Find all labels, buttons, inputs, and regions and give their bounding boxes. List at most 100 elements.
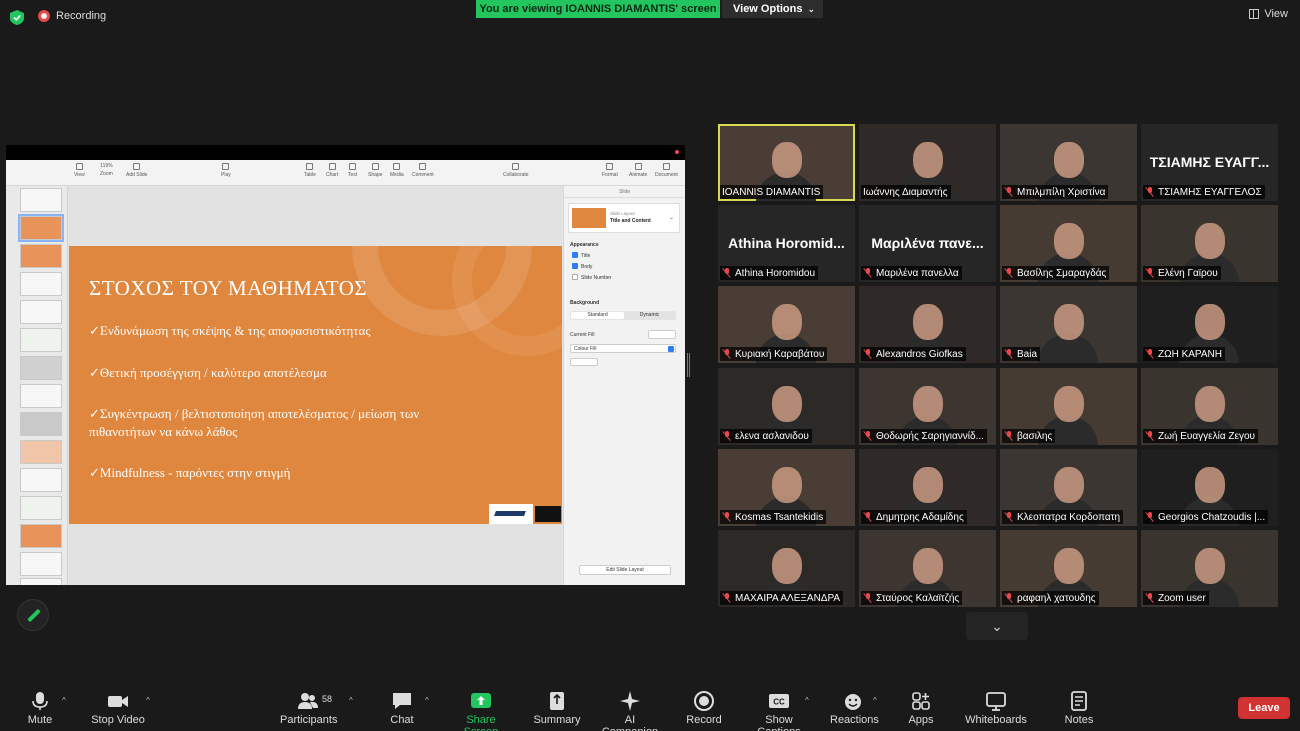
view-options-button[interactable]: View Options ⌄: [722, 0, 823, 18]
show-captions-button[interactable]: CC Show Captions: [744, 690, 814, 731]
tool-comment[interactable]: Comment: [412, 163, 434, 178]
split-divider-handle[interactable]: [687, 353, 690, 377]
mic-muted-icon: [722, 512, 732, 522]
slide-thumbnail[interactable]: [20, 356, 62, 380]
tool-format[interactable]: Format: [602, 163, 618, 178]
slide-thumbnail[interactable]: [20, 328, 62, 352]
bg-standard[interactable]: Standard: [571, 312, 624, 319]
captions-options-caret[interactable]: ^: [805, 696, 809, 705]
tool-shape[interactable]: Shape: [368, 163, 382, 178]
slide-thumbnail[interactable]: [20, 300, 62, 324]
mic-muted-icon: [722, 593, 732, 603]
apps-button[interactable]: Apps: [906, 690, 936, 726]
participant-tile[interactable]: Σταύρος Καλαϊτζής: [859, 530, 996, 607]
current-slide[interactable]: ΣΤΟΧΟΣ ΤΟΥ ΜΑΘΗΜΑΤΟΣ ✓Ενδυνάμωση της σκέ…: [69, 246, 562, 524]
participant-tile[interactable]: ΜΑΧΑΙΡΑ ΑΛΕΞΑΝΔΡΑ: [718, 530, 855, 607]
participant-tile[interactable]: Θοδωρής Σαρηγιαννίδ...: [859, 368, 996, 445]
slide-thumbnail[interactable]: [20, 552, 62, 576]
participant-name: Alexandros Giofkas: [876, 348, 963, 360]
participant-tile[interactable]: Κυριακή Καραβάτου: [718, 286, 855, 363]
whiteboards-button[interactable]: Whiteboards: [964, 690, 1028, 726]
participant-tile[interactable]: Zoom user: [1141, 530, 1278, 607]
summary-button[interactable]: Summary: [532, 690, 582, 726]
shield-icon[interactable]: [10, 10, 24, 25]
tool-media[interactable]: Media: [390, 163, 404, 178]
share-screen-button[interactable]: Share Screen: [450, 690, 512, 731]
slide-thumbnail[interactable]: [20, 524, 62, 548]
participant-video-face: [1054, 548, 1084, 584]
participants-icon: [297, 690, 319, 712]
participant-tile[interactable]: ελενα ασλανιδου: [718, 368, 855, 445]
participant-tile[interactable]: Ιωάννης Διαμαντής: [859, 124, 996, 201]
reactions-button[interactable]: Reactions: [830, 690, 879, 726]
bg-dynamic[interactable]: Dynamic: [623, 312, 676, 319]
tool-animate[interactable]: Animate: [629, 163, 647, 178]
slide-thumbnail[interactable]: [20, 244, 62, 268]
tool-play[interactable]: Play: [221, 163, 231, 178]
slide-thumbnail[interactable]: [20, 384, 62, 408]
title-checkbox[interactable]: [572, 252, 578, 258]
chat-button[interactable]: Chat: [386, 690, 418, 726]
notes-button[interactable]: Notes: [1062, 690, 1096, 726]
reactions-options-caret[interactable]: ^: [873, 696, 877, 705]
participants-options-caret[interactable]: ^: [349, 696, 353, 705]
recording-indicator[interactable]: Recording: [38, 10, 106, 22]
slide-layout-selector[interactable]: Slide Layout Title and Content ⌄: [568, 203, 680, 233]
participant-tile[interactable]: Δημητρης Αδαμίδης: [859, 449, 996, 526]
record-button[interactable]: Record: [686, 690, 722, 726]
panel-tab-slide[interactable]: Slide: [564, 186, 685, 198]
mute-options-caret[interactable]: ^: [62, 696, 66, 705]
slide-number-checkbox[interactable]: [572, 274, 578, 280]
gallery-next-page-button[interactable]: ⌄: [966, 612, 1028, 640]
shared-screen: View 119% Zoom Add Slide Play Table Chart…: [6, 145, 685, 585]
participant-tile[interactable]: ΤΣΙΑΜΗΣ ΕΥΑΓΓ... ΤΣΙΑΜΗΣ ΕΥΑΓΓΕΛΟΣ: [1141, 124, 1278, 201]
background-segmented-control[interactable]: Standard Dynamic: [570, 311, 676, 320]
participant-tile[interactable]: βασιλης: [1000, 368, 1137, 445]
annotate-pencil-button[interactable]: [17, 599, 49, 631]
participant-tile[interactable]: Βασίλης Σμαραγδάς: [1000, 205, 1137, 282]
slide-thumbnail[interactable]: [20, 412, 62, 436]
colour-fill-select[interactable]: Colour Fill: [570, 344, 676, 353]
view-button[interactable]: View: [1249, 8, 1288, 20]
slide-thumbnail[interactable]: [20, 578, 62, 585]
current-fill-swatch[interactable]: [648, 330, 676, 339]
slide-thumbnail[interactable]: [18, 214, 64, 242]
participant-tile[interactable]: Baia: [1000, 286, 1137, 363]
participant-tile[interactable]: IOANNIS DIAMANTIS: [718, 124, 855, 201]
participant-tile[interactable]: Μαριλένα πανε... Μαριλένα πανελλα: [859, 205, 996, 282]
participant-tile[interactable]: Georgios Chatzoudis |...: [1141, 449, 1278, 526]
tool-zoom[interactable]: 119% Zoom: [100, 163, 113, 177]
mute-button[interactable]: Mute: [22, 690, 58, 726]
tool-add-slide[interactable]: Add Slide: [126, 163, 147, 178]
ai-companion-button[interactable]: AI Companion: [597, 690, 663, 731]
tool-document[interactable]: Document: [655, 163, 678, 178]
tool-view[interactable]: View: [74, 163, 85, 178]
participant-tile[interactable]: Μπιλμπίλη Χριστίνα: [1000, 124, 1137, 201]
edit-slide-layout-button[interactable]: Edit Slide Layout: [579, 565, 671, 575]
participant-tile[interactable]: Alexandros Giofkas: [859, 286, 996, 363]
video-options-caret[interactable]: ^: [146, 696, 150, 705]
slide-thumbnail[interactable]: [20, 496, 62, 520]
slide-thumbnail[interactable]: [20, 272, 62, 296]
participant-name: Κλεοπατρα Κορδοπατη: [1017, 511, 1121, 523]
slide-thumbnail[interactable]: [20, 468, 62, 492]
participant-tile[interactable]: Κλεοπατρα Κορδοπατη: [1000, 449, 1137, 526]
participant-tile[interactable]: Kosmas Tsantekidis: [718, 449, 855, 526]
body-checkbox[interactable]: [572, 263, 578, 269]
participant-tile[interactable]: ΖΩΗ ΚΑΡΑΝΗ: [1141, 286, 1278, 363]
chat-options-caret[interactable]: ^: [425, 696, 429, 705]
colour-swatch[interactable]: [570, 358, 598, 366]
slide-thumbnail[interactable]: [20, 440, 62, 464]
mic-muted-icon: [1004, 431, 1014, 441]
participant-tile[interactable]: Ελένη Γαϊρου: [1141, 205, 1278, 282]
tool-table[interactable]: Table: [304, 163, 316, 178]
leave-button[interactable]: Leave: [1238, 697, 1290, 719]
stop-video-button[interactable]: Stop Video: [90, 690, 146, 726]
tool-text[interactable]: Text: [348, 163, 357, 178]
tool-chart[interactable]: Chart: [326, 163, 338, 178]
participant-tile[interactable]: Athina Horomid... Athina Horomidou: [718, 205, 855, 282]
tool-collaborate[interactable]: Collaborate: [503, 163, 529, 178]
participant-tile[interactable]: ραφαηλ χατουδης: [1000, 530, 1137, 607]
slide-thumbnail[interactable]: [20, 188, 62, 212]
participant-tile[interactable]: Ζωή Ευαγγελία Ζεγου: [1141, 368, 1278, 445]
